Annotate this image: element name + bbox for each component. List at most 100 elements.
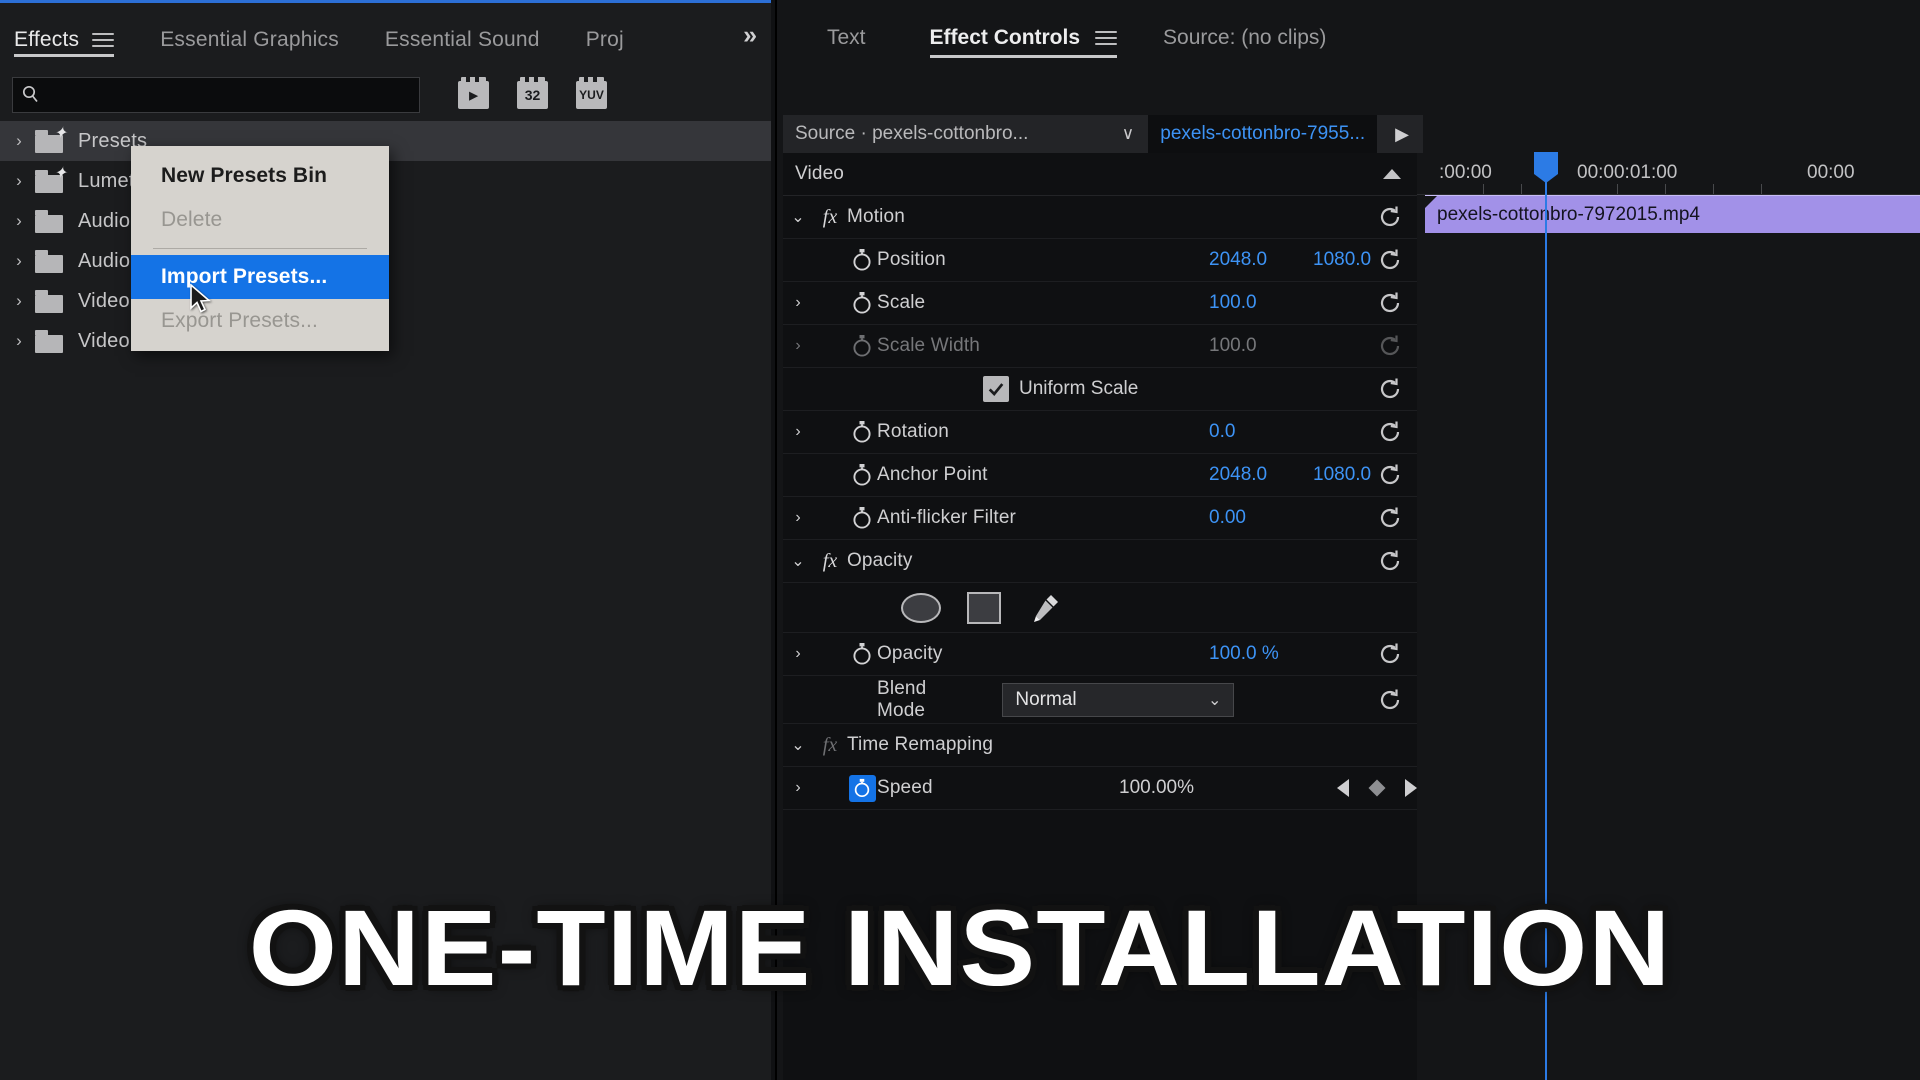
chevron-right-icon[interactable]: › xyxy=(6,171,32,191)
property-anti-flicker-filter-value[interactable]: 0.00 xyxy=(1209,507,1313,529)
tab-essential-sound[interactable]: Essential Sound xyxy=(385,17,540,63)
property-motion-label: Motion xyxy=(847,206,1417,228)
reset-icon[interactable] xyxy=(1377,505,1403,531)
property-opacity-group[interactable]: ⌄ fx Opacity xyxy=(783,540,1417,583)
premiere-pro-window: Effects Essential Graphics Essential Sou… xyxy=(0,0,1920,1080)
reset-icon[interactable] xyxy=(1377,204,1403,230)
property-motion[interactable]: ⌄ fx Motion xyxy=(783,196,1417,239)
ellipse-mask-tool-icon[interactable] xyxy=(901,593,941,623)
property-position-value-x[interactable]: 2048.0 xyxy=(1209,249,1313,271)
reset-icon[interactable] xyxy=(1377,462,1403,488)
tab-project[interactable]: Proj xyxy=(586,17,624,63)
chevron-down-icon[interactable]: ⌄ xyxy=(783,735,813,755)
chevron-right-icon[interactable]: › xyxy=(783,509,813,527)
tab-effect-controls-underline xyxy=(930,55,1118,58)
tab-text[interactable]: Text xyxy=(827,14,866,62)
tab-effects[interactable]: Effects xyxy=(14,17,114,63)
property-rotation[interactable]: › fx Rotation 0.0 xyxy=(783,411,1417,454)
property-position[interactable]: › fx Position 2048.0 1080.0 xyxy=(783,239,1417,282)
timeline-clip-track[interactable]: pexels-cottonbro-7972015.mp4 xyxy=(1417,195,1920,233)
chevron-right-icon[interactable]: › xyxy=(783,645,813,663)
property-uniform-scale[interactable]: › fx Uniform Scale xyxy=(783,368,1417,411)
stopwatch-active-icon[interactable] xyxy=(847,775,877,802)
folder-star-icon: ✦ xyxy=(32,128,66,154)
chevron-right-icon[interactable]: › xyxy=(6,211,32,231)
folder-icon xyxy=(32,288,66,314)
effects-panel-menu-icon[interactable] xyxy=(92,33,114,47)
stopwatch-icon[interactable] xyxy=(847,463,877,487)
timeline-clip[interactable]: pexels-cottonbro-7972015.mp4 xyxy=(1425,195,1920,233)
property-anchor-point-value-x[interactable]: 2048.0 xyxy=(1209,464,1313,486)
property-anti-flicker-filter[interactable]: › fx Anti-flicker Filter 0.00 xyxy=(783,497,1417,540)
rectangle-mask-tool-icon[interactable] xyxy=(967,592,1001,624)
tab-source-monitor-label: Source: (no clips) xyxy=(1163,26,1326,50)
menu-item-new-presets-bin-label: New Presets Bin xyxy=(161,164,327,188)
fx-icon: fx xyxy=(813,206,847,229)
chevron-right-icon[interactable]: › xyxy=(6,251,32,271)
stopwatch-icon[interactable] xyxy=(847,248,877,272)
blend-mode-value: Normal xyxy=(1015,689,1076,711)
chevron-right-icon[interactable]: › xyxy=(783,337,813,355)
reset-icon[interactable] xyxy=(1377,376,1403,402)
next-keyframe-icon[interactable] xyxy=(1405,779,1417,797)
chevron-down-icon[interactable]: ⌄ xyxy=(783,551,813,571)
stopwatch-icon[interactable] xyxy=(847,420,877,444)
blend-mode-select[interactable]: Normal ⌄ xyxy=(1002,683,1234,717)
fx-icon: fx xyxy=(813,734,847,757)
mouse-cursor-icon xyxy=(190,284,212,314)
tab-effect-controls[interactable]: Effect Controls xyxy=(930,14,1118,62)
add-keyframe-icon[interactable] xyxy=(1369,780,1386,797)
reset-icon[interactable] xyxy=(1377,548,1403,574)
property-opacity[interactable]: › fx Opacity 100.0 % xyxy=(783,633,1417,676)
more-tabs-chevron-icon[interactable]: » xyxy=(743,21,753,50)
chevron-right-icon[interactable]: › xyxy=(6,131,32,151)
play-icon[interactable]: ▶ xyxy=(1395,124,1409,145)
property-scale[interactable]: › fx Scale 100.0 xyxy=(783,282,1417,325)
menu-item-new-presets-bin[interactable]: New Presets Bin xyxy=(131,154,389,198)
property-scale-width-label: Scale Width xyxy=(877,335,1209,357)
menu-item-import-presets[interactable]: Import Presets... xyxy=(131,255,389,299)
reset-icon[interactable] xyxy=(1377,641,1403,667)
property-blend-mode[interactable]: › fx Blend Mode Normal ⌄ xyxy=(783,676,1417,724)
pen-mask-tool-icon[interactable] xyxy=(1027,591,1061,625)
uniform-scale-checkbox[interactable] xyxy=(983,376,1009,402)
reset-icon xyxy=(1377,333,1403,359)
chevron-right-icon[interactable]: › xyxy=(6,331,32,351)
yuv-color-filter-button[interactable]: YUV xyxy=(576,81,607,109)
tab-essential-sound-label: Essential Sound xyxy=(385,25,540,55)
tab-source-monitor[interactable]: Source: (no clips) xyxy=(1163,14,1326,62)
stopwatch-icon[interactable] xyxy=(847,506,877,530)
reset-icon[interactable] xyxy=(1377,290,1403,316)
folder-star-icon: ✦ xyxy=(32,168,66,194)
tab-essential-graphics[interactable]: Essential Graphics xyxy=(160,17,339,63)
accelerated-effects-filter-button[interactable]: ▶ xyxy=(458,81,489,109)
reset-icon[interactable] xyxy=(1377,419,1403,445)
chevron-right-icon[interactable]: › xyxy=(783,294,813,312)
property-speed-value[interactable]: 100.00% xyxy=(1119,777,1269,799)
menu-item-import-presets-label: Import Presets... xyxy=(161,265,327,289)
reset-icon[interactable] xyxy=(1377,247,1403,273)
chevron-down-icon[interactable]: ∨ xyxy=(1122,124,1134,144)
32-bit-color-filter-button[interactable]: 32 xyxy=(517,81,548,109)
chevron-down-icon[interactable]: ⌄ xyxy=(783,207,813,227)
collapse-arrow-icon[interactable] xyxy=(1383,169,1401,179)
previous-keyframe-icon[interactable] xyxy=(1337,779,1349,797)
timeline-ruler[interactable]: :00:00 00:00:01:00 00:00 xyxy=(1417,153,1920,195)
reset-icon[interactable] xyxy=(1377,687,1403,713)
property-anchor-point[interactable]: › fx Anchor Point 2048.0 1080.0 xyxy=(783,454,1417,497)
property-speed[interactable]: › fx Speed 100.00% xyxy=(783,767,1417,810)
property-time-remapping[interactable]: ⌄ fx Time Remapping xyxy=(783,724,1417,767)
chevron-right-icon[interactable]: › xyxy=(783,779,813,797)
effect-controls-menu-icon[interactable] xyxy=(1095,31,1117,45)
chevron-right-icon[interactable]: › xyxy=(783,423,813,441)
playhead-head-icon[interactable] xyxy=(1534,152,1558,174)
search-box[interactable] xyxy=(12,77,420,113)
chevron-right-icon[interactable]: › xyxy=(6,291,32,311)
search-input[interactable] xyxy=(49,86,409,104)
stopwatch-icon[interactable] xyxy=(847,642,877,666)
stopwatch-icon[interactable] xyxy=(847,291,877,315)
property-rotation-value[interactable]: 0.0 xyxy=(1209,421,1313,443)
selected-clip-name[interactable]: pexels-cottonbro-7955... xyxy=(1148,115,1377,153)
property-scale-value[interactable]: 100.0 xyxy=(1209,292,1313,314)
folder-icon xyxy=(32,208,66,234)
